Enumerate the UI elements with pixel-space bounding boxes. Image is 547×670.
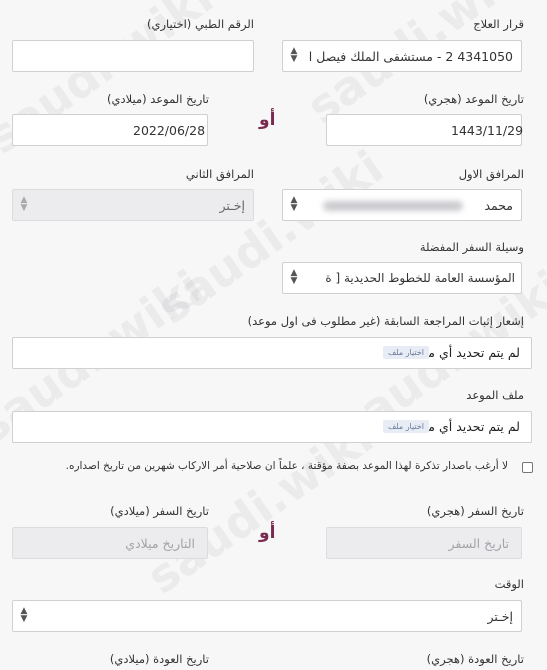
choose-file-button[interactable]: اختيار ملف bbox=[383, 346, 430, 359]
travel-date-hijri-placeholder: تاريخ السفر bbox=[449, 536, 511, 551]
companion-first-select[interactable]: محمد ▲ ▼ bbox=[283, 189, 523, 221]
appointment-file-input[interactable]: لم يتم تحديد أي ملف اختيار ملف bbox=[13, 411, 533, 443]
travel-date-gregorian-input[interactable]: التاريخ ميلادي bbox=[13, 527, 209, 559]
companion-second-label: المرافق الثاني bbox=[186, 167, 255, 181]
previous-visit-notice-label: إشعار إثبات المراجعة السابقة (غير مطلوب … bbox=[248, 314, 525, 328]
choose-file-button[interactable]: اختيار ملف bbox=[383, 420, 430, 433]
chevron-updown-icon: ▲ ▼ bbox=[291, 46, 299, 64]
travel-date-gregorian-label: تاريخ السفر (ميلادي) bbox=[111, 504, 210, 518]
chevron-updown-icon: ▲ ▼ bbox=[21, 195, 29, 213]
companion-second-value: إخـتر bbox=[220, 198, 246, 213]
travel-method-select[interactable]: المؤسسة العامة للخطوط الحديدية [ ة ▲ ▼ bbox=[283, 262, 523, 294]
or-separator: أو bbox=[260, 110, 277, 130]
time-select[interactable]: إخـتر ▲ ▼ bbox=[13, 600, 523, 632]
return-date-hijri-label: تاريخ العودة (هجري) bbox=[427, 652, 525, 666]
appointment-date-hijri-value: 1443/11/29 bbox=[452, 123, 525, 138]
travel-date-hijri-input[interactable]: تاريخ السفر bbox=[327, 527, 523, 559]
travel-method-label: وسيلة السفر المفضلة bbox=[420, 240, 525, 254]
appointment-date-gregorian-value: 2022/06/28 bbox=[134, 123, 207, 138]
medical-number-label: الرقم الطبي (اختياري) bbox=[148, 17, 255, 31]
treatment-decision-select[interactable]: 4341050 2 - مستشفى الملك فيصل ا ▲ ▼ bbox=[283, 40, 523, 72]
redacted-name bbox=[324, 201, 464, 211]
travel-date-gregorian-placeholder: التاريخ ميلادي bbox=[126, 536, 196, 551]
chevron-updown-icon: ▲ ▼ bbox=[21, 606, 29, 624]
watermark: saudi.wiki bbox=[148, 139, 394, 335]
time-value: إخـتر bbox=[488, 609, 514, 624]
previous-visit-file-input[interactable]: لم يتم تحديد أي ملف اختيار ملف bbox=[13, 337, 533, 369]
appointment-date-hijri-label: تاريخ الموعد (هجري) bbox=[424, 92, 525, 106]
return-date-gregorian-label: تاريخ العودة (ميلادي) bbox=[110, 652, 210, 666]
chevron-updown-icon: ▲ ▼ bbox=[291, 195, 299, 213]
or-separator: أو bbox=[260, 523, 277, 543]
appointment-file-label: ملف الموعد bbox=[467, 388, 525, 402]
no-ticket-checkbox[interactable] bbox=[523, 462, 534, 473]
companion-second-select[interactable]: إخـتر ▲ ▼ bbox=[13, 189, 255, 221]
no-ticket-label: لا أرغب باصدار تذكرة لهذا الموعد بصفة مؤ… bbox=[66, 460, 509, 472]
treatment-decision-value: 4341050 2 - مستشفى الملك فيصل ا bbox=[309, 49, 514, 64]
chevron-updown-icon: ▲ ▼ bbox=[291, 268, 299, 286]
companion-first-label: المرافق الاول bbox=[459, 167, 525, 181]
travel-date-hijri-label: تاريخ السفر (هجري) bbox=[427, 504, 525, 518]
appointment-date-hijri-input[interactable]: 1443/11/29 bbox=[327, 114, 525, 146]
companion-first-value: محمد bbox=[485, 198, 514, 213]
treatment-decision-label: قرار العلاج bbox=[474, 17, 525, 31]
travel-method-value: المؤسسة العامة للخطوط الحديدية [ ة bbox=[326, 271, 516, 285]
time-label: الوقت bbox=[495, 577, 525, 591]
appointment-date-gregorian-label: تاريخ الموعد (ميلادي) bbox=[108, 92, 210, 106]
appointment-date-gregorian-input[interactable]: 2022/06/28 bbox=[13, 114, 209, 146]
medical-number-input[interactable] bbox=[13, 40, 255, 72]
